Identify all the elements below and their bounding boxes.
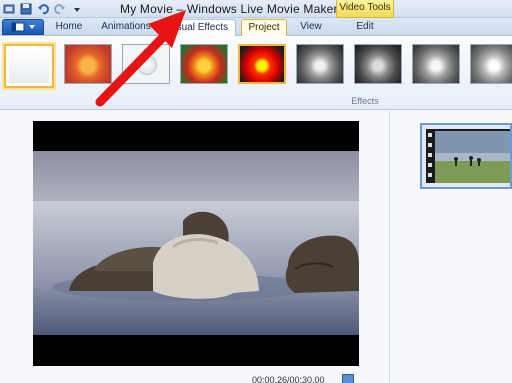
effect-pixelate[interactable] [122,44,170,84]
effect-no-effect[interactable] [4,44,54,88]
tab-home[interactable]: Home [48,19,90,36]
effect-grayscale-light[interactable] [470,44,512,84]
ribbon-panel: Effects [0,36,512,110]
window-title: My Movie – Windows Live Movie Maker [120,2,338,16]
tab-project[interactable]: Project [241,19,287,36]
preview-image [33,151,359,335]
save-icon[interactable] [19,2,33,16]
tab-visual-effects[interactable]: Visual Effects [160,19,236,36]
effects-group-title: Effects [351,96,379,106]
fullscreen-icon[interactable] [342,374,354,383]
effects-group-label: Effects [0,96,512,106]
effect-sepia-blur[interactable] [64,44,112,84]
quick-access-toolbar [2,2,84,16]
redo-icon[interactable] [53,2,67,16]
effect-grayscale-dark[interactable] [354,44,402,84]
context-tab-video-tools: Video Tools [336,0,394,18]
effect-grayscale[interactable] [296,44,344,84]
pane-divider[interactable] [389,111,390,383]
undo-icon[interactable] [36,2,50,16]
storyboard-clip[interactable] [420,123,512,189]
effect-grayscale-soft[interactable] [412,44,460,84]
clip-thumbnail [426,129,510,183]
effect-high-contrast[interactable] [238,44,286,84]
tab-view[interactable]: View [292,19,330,36]
app-menu-icon [11,22,24,32]
video-preview[interactable] [33,121,359,366]
effect-color-original[interactable] [180,44,228,84]
chevron-down-icon [28,25,35,29]
main-area: 00:00.26/00:30.00 [0,111,512,383]
title-bar: My Movie – Windows Live Movie Maker Vide… [0,0,512,18]
ribbon-tab-row: Home Animations Visual Effects Project V… [0,18,512,36]
customize-dropdown-icon[interactable] [70,2,84,16]
tab-animations[interactable]: Animations [96,19,156,36]
tab-edit[interactable]: Edit [336,19,394,36]
timecode: 00:00.26/00:30.00 [252,375,325,383]
effects-gallery [4,44,512,88]
application-menu-button[interactable] [2,19,44,35]
app-icon[interactable] [2,2,16,16]
